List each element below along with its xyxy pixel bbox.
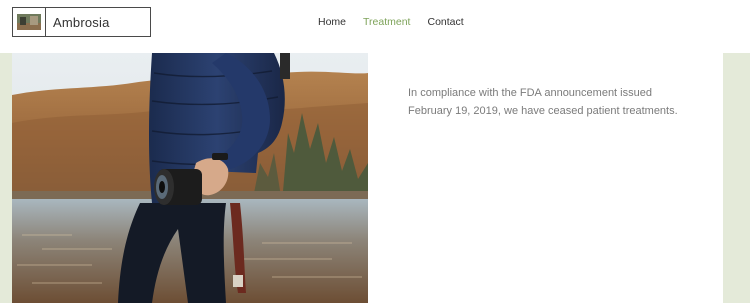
treatment-notice: In compliance with the FDA announcement …	[408, 84, 698, 120]
notice-line-2: February 19, 2019, we have ceased patien…	[408, 105, 678, 117]
nav-item-contact[interactable]: Contact	[427, 16, 463, 28]
site-name: Ambrosia	[53, 14, 110, 30]
nav-item-treatment[interactable]: Treatment	[363, 16, 410, 28]
page: Ambrosia Home Treatment Contact In compl…	[0, 0, 750, 303]
nav-item-home[interactable]: Home	[318, 16, 346, 28]
site-logo[interactable]: Ambrosia	[12, 7, 151, 37]
site-header: Ambrosia Home Treatment Contact	[0, 0, 750, 53]
content-panel: In compliance with the FDA announcement …	[12, 53, 723, 303]
logo-thumbnail-icon	[13, 8, 46, 36]
main-nav: Home Treatment Contact	[318, 16, 481, 28]
hero-photo	[12, 53, 368, 303]
notice-line-1: In compliance with the FDA announcement …	[408, 87, 652, 99]
